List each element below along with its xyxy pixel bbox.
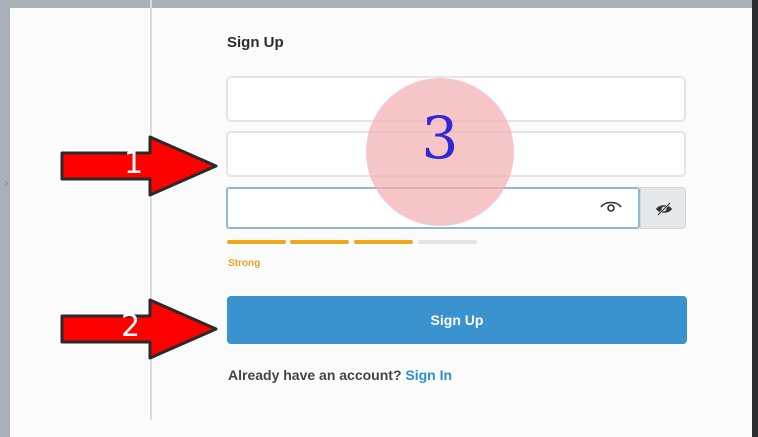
sign-up-button[interactable]: Sign Up bbox=[227, 296, 687, 344]
strength-segment bbox=[354, 240, 413, 244]
strength-segment bbox=[290, 240, 349, 244]
strength-segment bbox=[227, 240, 286, 244]
eye-icon[interactable] bbox=[600, 200, 622, 214]
account-text: Already have an account? bbox=[228, 367, 402, 383]
annotation-arrow-1-label: 1 bbox=[124, 146, 144, 181]
sign-in-link[interactable]: Sign In bbox=[405, 367, 452, 383]
strength-label: Strong bbox=[228, 258, 261, 269]
page-title: Sign Up bbox=[227, 34, 284, 51]
annotation-circle-label: 3 bbox=[421, 104, 459, 172]
annotation-arrow-2-label: 2 bbox=[121, 309, 141, 344]
window-edge bbox=[752, 0, 758, 437]
strength-segment-empty bbox=[418, 240, 477, 244]
account-prompt: Already have an account? Sign In bbox=[228, 367, 452, 383]
caret-right-icon: › bbox=[4, 176, 9, 190]
toggle-visibility-button[interactable] bbox=[640, 187, 686, 229]
eye-slash-icon bbox=[656, 202, 672, 216]
